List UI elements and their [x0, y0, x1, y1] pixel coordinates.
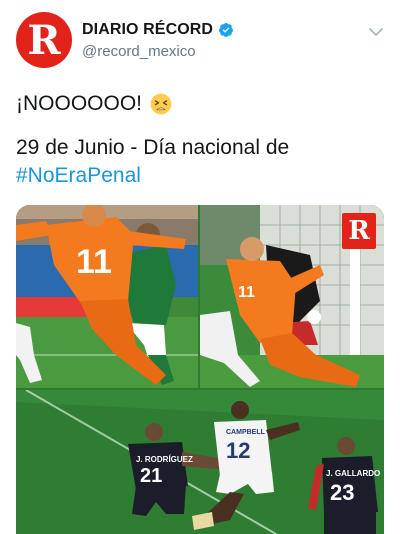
author-handle[interactable]: @record_mexico	[82, 43, 234, 60]
tired-face-emoji	[150, 93, 172, 115]
record-logo: R	[342, 213, 376, 249]
tweet-line-1: ¡NOOOOOO!	[16, 92, 142, 115]
jersey-number-orange-left: 11	[76, 243, 112, 281]
jersey-name-dark-right: J. GALLARDO	[326, 469, 380, 478]
hashtag-link[interactable]: #NoEraPenal	[16, 164, 141, 187]
photo-panel-2[interactable]: 11 R	[200, 205, 384, 388]
tweet-header: R DIARIO RÉCORD @record_mexico	[16, 12, 384, 68]
jersey-name-white: CAMPBELL	[226, 429, 266, 436]
photo-panel-1[interactable]: 11	[16, 205, 198, 388]
photo-1: 11	[16, 205, 198, 388]
jersey-number-orange-right: 11	[238, 284, 255, 301]
jersey-name-dark-left: J. RODRÍGUEZ	[136, 455, 193, 464]
photo-panel-3[interactable]: J. RODRÍGUEZ 21 CAMPBELL 12 J. GALLARDO …	[16, 390, 384, 534]
chevron-down-icon[interactable]	[368, 24, 384, 40]
tweet-media[interactable]: 11 11 R J. RODRÍGUEZ 21 CAMPBELL 12 J. G…	[16, 205, 384, 534]
avatar-logo-letter: R	[27, 17, 61, 64]
display-name[interactable]: DIARIO RÉCORD	[82, 21, 213, 39]
jersey-number-dark-right: 23	[330, 480, 354, 505]
author-names[interactable]: DIARIO RÉCORD @record_mexico	[82, 20, 234, 60]
record-logo-letter: R	[348, 216, 370, 246]
jersey-number-dark-left: 21	[140, 465, 162, 487]
tweet-line-2: 29 de Junio - Día nacional de	[16, 136, 290, 159]
avatar[interactable]: R	[16, 12, 72, 68]
photo-3: J. RODRÍGUEZ 21 CAMPBELL 12 J. GALLARDO …	[16, 390, 384, 534]
verified-badge-icon	[219, 23, 234, 37]
tweet-text: ¡NOOOOOO! 29 de Junio - Día nacional de …	[16, 90, 384, 190]
jersey-number-white: 12	[226, 438, 250, 463]
